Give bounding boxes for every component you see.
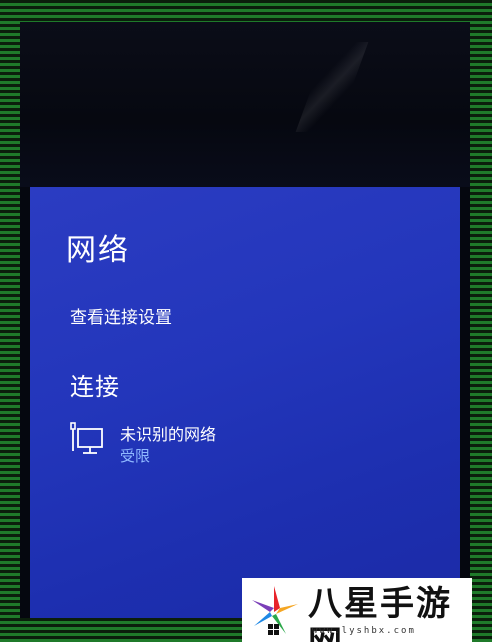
network-status: 受限 bbox=[120, 447, 151, 465]
dark-desktop-area bbox=[20, 22, 470, 187]
ethernet-icon bbox=[68, 421, 108, 461]
monitor-screen: 网络 查看连接设置 连接 未识别的网络 受限 bbox=[20, 22, 470, 618]
site-watermark: 八星手游网 www.lyshbx.com bbox=[242, 578, 472, 642]
panel-title: 网络 bbox=[66, 233, 130, 268]
photo-frame: 网络 查看连接设置 连接 未识别的网络 受限 八星手游 www.lyshbx.c… bbox=[0, 0, 492, 642]
network-name: 未识别的网络 bbox=[120, 425, 217, 444]
watermark-url: www.lyshbx.com bbox=[312, 626, 416, 636]
network-flyout-panel: 网络 查看连接设置 连接 未识别的网络 受限 bbox=[30, 187, 460, 618]
site-logo-icon bbox=[246, 582, 302, 638]
network-connection-item[interactable]: 未识别的网络 受限 bbox=[68, 417, 328, 467]
view-connection-settings-link[interactable]: 查看连接设置 bbox=[70, 303, 172, 328]
connections-section-title: 连接 bbox=[70, 373, 120, 401]
